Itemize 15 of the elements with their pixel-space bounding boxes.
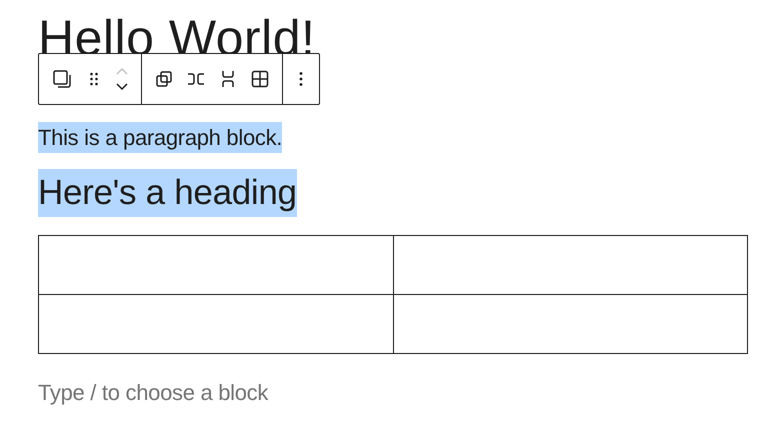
chevron-down-icon (115, 82, 129, 91)
drag-icon (89, 71, 99, 87)
table-cell[interactable] (38, 236, 393, 294)
table-cell[interactable] (393, 294, 748, 354)
table-cell[interactable] (38, 294, 393, 354)
chevron-up-icon (115, 67, 129, 76)
paragraph-text: This is a paragraph block. (38, 122, 282, 153)
block-placeholder[interactable]: Type / to choose a block (38, 380, 748, 406)
move-down-button[interactable] (115, 82, 129, 91)
table-icon (250, 69, 270, 89)
parent-block-icon (51, 68, 73, 90)
heading-text: Here's a heading (38, 169, 297, 217)
overlapping-squares-icon (154, 69, 174, 89)
table-cell[interactable] (393, 236, 748, 294)
more-options-icon (299, 71, 303, 87)
